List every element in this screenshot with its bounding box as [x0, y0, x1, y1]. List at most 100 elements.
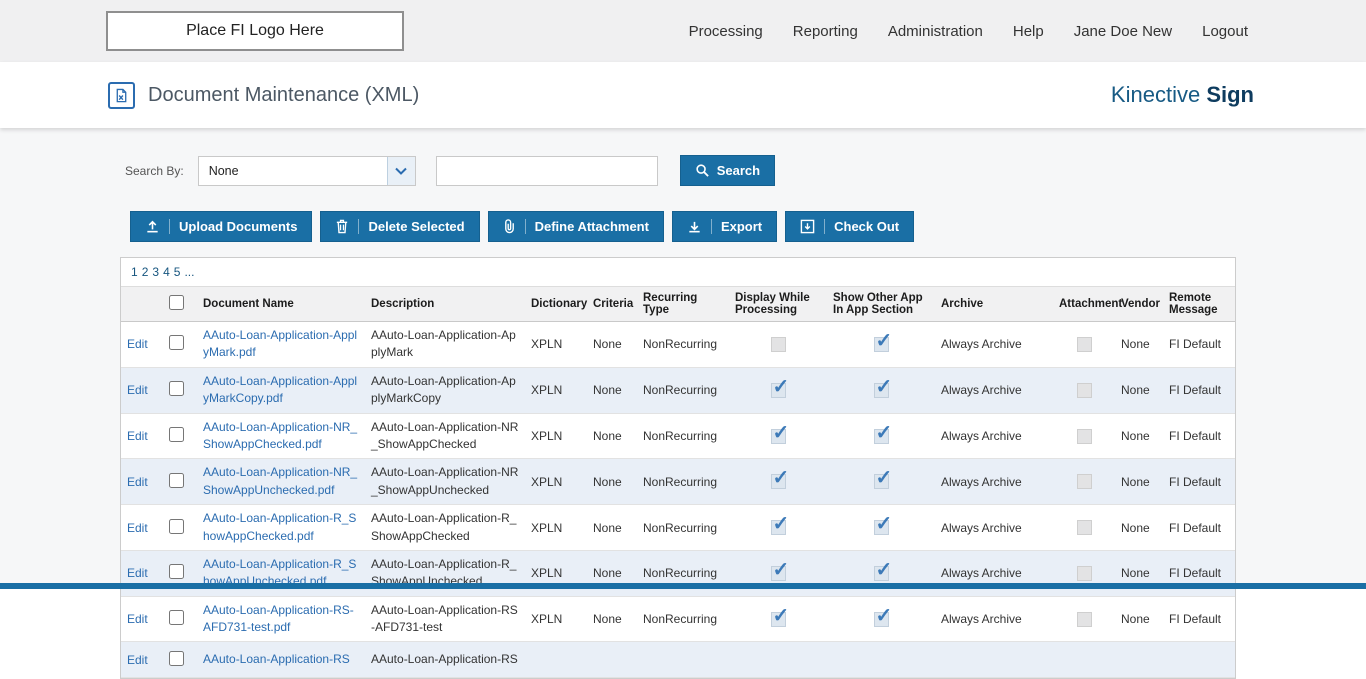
- chevron-down-icon[interactable]: [386, 156, 415, 185]
- delete-selected-button[interactable]: Delete Selected: [320, 211, 480, 242]
- export-button[interactable]: Export: [671, 211, 778, 242]
- select-all-checkbox[interactable]: [169, 295, 184, 310]
- edit-link[interactable]: Edit: [127, 475, 148, 489]
- document-name-link[interactable]: AAuto-Loan-Application-ApplyMarkCopy.pdf: [203, 373, 359, 408]
- vendor-cell: None: [1115, 458, 1163, 506]
- nav-administration[interactable]: Administration: [888, 23, 983, 40]
- archive-cell: Always Archive: [935, 550, 1053, 597]
- define-attachment-button[interactable]: Define Attachment: [487, 211, 664, 242]
- display-while-processing-checkbox[interactable]: [770, 337, 786, 353]
- document-name-link[interactable]: AAuto-Loan-Application-ApplyMark.pdf: [203, 327, 359, 362]
- display-while-processing-checkbox[interactable]: [770, 557, 789, 582]
- edit-link[interactable]: Edit: [127, 337, 148, 351]
- search-by-dropdown[interactable]: None: [197, 155, 416, 186]
- document-name-link[interactable]: AAuto-Loan-Application-R_ShowAppChecked.…: [203, 510, 359, 545]
- display-while-processing-checkbox[interactable]: [770, 465, 789, 490]
- remote-message-cell: FI Default: [1163, 596, 1235, 643]
- edit-link[interactable]: Edit: [127, 653, 148, 667]
- nav-help[interactable]: Help: [1013, 23, 1044, 40]
- nav-processing[interactable]: Processing: [689, 23, 763, 40]
- description-cell: AAuto-Loan-Application-ApplyMark: [365, 321, 525, 368]
- page-link[interactable]: 2: [142, 265, 149, 279]
- nav-reporting[interactable]: Reporting: [793, 23, 858, 40]
- upload-icon: [145, 219, 170, 234]
- fi-logo-placeholder: Place FI Logo Here: [106, 11, 404, 51]
- search-icon: [695, 163, 710, 178]
- show-other-app-checkbox[interactable]: [873, 374, 892, 399]
- attachment-checkbox[interactable]: [1076, 611, 1092, 627]
- remote-message-cell: FI Default: [1163, 504, 1235, 551]
- row-checkbox[interactable]: [169, 518, 184, 534]
- show-other-app-checkbox[interactable]: [873, 465, 892, 490]
- row-checkbox[interactable]: [169, 564, 184, 580]
- vendor-cell: [1115, 641, 1163, 679]
- vendor-cell: None: [1115, 504, 1163, 551]
- show-other-app-checkbox[interactable]: [873, 511, 892, 536]
- row-checkbox[interactable]: [169, 610, 184, 626]
- page-link[interactable]: 4: [163, 265, 170, 279]
- show-other-app-checkbox[interactable]: [873, 328, 892, 353]
- search-button[interactable]: Search: [679, 155, 776, 186]
- col-show-other-app: Show Other App In App Section: [827, 286, 935, 322]
- attachment-checkbox[interactable]: [1076, 428, 1092, 444]
- criteria-cell: None: [587, 321, 637, 368]
- dictionary-cell: XPLN: [525, 504, 587, 551]
- display-while-processing-checkbox[interactable]: [770, 420, 789, 445]
- vendor-cell: None: [1115, 550, 1163, 597]
- edit-column-header: [121, 286, 163, 322]
- page-link[interactable]: 1: [131, 265, 138, 279]
- attachment-checkbox[interactable]: [1076, 382, 1092, 398]
- display-while-processing-checkbox[interactable]: [770, 374, 789, 399]
- edit-link[interactable]: Edit: [127, 429, 148, 443]
- description-cell: AAuto-Loan-Application-NR_ShowAppUncheck…: [365, 458, 525, 506]
- attachment-checkbox[interactable]: [1076, 474, 1092, 490]
- page-link[interactable]: 3: [152, 265, 159, 279]
- table-header-row: Document Name Description Dictionary Cri…: [121, 286, 1235, 322]
- edit-link[interactable]: Edit: [127, 521, 148, 535]
- row-checkbox[interactable]: [169, 381, 184, 397]
- criteria-cell: None: [587, 458, 637, 506]
- select-all-header: [163, 286, 197, 322]
- export-label: Export: [720, 219, 763, 234]
- delete-selected-label: Delete Selected: [368, 219, 465, 234]
- archive-cell: Always Archive: [935, 458, 1053, 506]
- recurring-type-cell: NonRecurring: [637, 413, 729, 460]
- check-out-button[interactable]: Check Out: [785, 211, 915, 242]
- show-other-app-checkbox[interactable]: [873, 557, 892, 582]
- display-while-processing-checkbox[interactable]: [770, 603, 789, 628]
- pagination: 1 2 3 4 5...: [121, 258, 1235, 286]
- row-checkbox[interactable]: [169, 650, 184, 666]
- document-name-link[interactable]: AAuto-Loan-Application-RS-AFD731-test.pd…: [203, 602, 359, 637]
- table-row: Edit AAuto-Loan-Application-ApplyMarkCop…: [121, 367, 1235, 414]
- attachment-checkbox[interactable]: [1076, 337, 1092, 353]
- show-other-app-checkbox[interactable]: [873, 603, 892, 628]
- top-nav: Processing Reporting Administration Help…: [689, 23, 1248, 40]
- row-checkbox[interactable]: [169, 335, 184, 351]
- attachment-checkbox[interactable]: [1076, 520, 1092, 536]
- document-name-link[interactable]: AAuto-Loan-Application-NR_ShowAppUncheck…: [203, 464, 359, 499]
- table-body: Edit AAuto-Loan-Application-ApplyMark.pd…: [121, 321, 1235, 679]
- archive-cell: Always Archive: [935, 321, 1053, 368]
- page-link[interactable]: ...: [184, 265, 194, 279]
- search-input[interactable]: [435, 155, 658, 186]
- recurring-type-cell: NonRecurring: [637, 504, 729, 551]
- row-checkbox[interactable]: [169, 472, 184, 488]
- upload-documents-button[interactable]: Upload Documents: [130, 211, 313, 242]
- edit-link[interactable]: Edit: [127, 612, 148, 626]
- edit-link[interactable]: Edit: [127, 566, 148, 580]
- criteria-cell: None: [587, 596, 637, 643]
- dictionary-cell: [525, 641, 587, 679]
- nav-logout[interactable]: Logout: [1202, 23, 1248, 40]
- table-row: Edit AAuto-Loan-Application-ApplyMark.pd…: [121, 321, 1235, 368]
- display-while-processing-checkbox[interactable]: [770, 511, 789, 536]
- nav-user[interactable]: Jane Doe New: [1074, 23, 1172, 40]
- edit-link[interactable]: Edit: [127, 383, 148, 397]
- attachment-icon: [503, 219, 526, 234]
- document-name-link[interactable]: AAuto-Loan-Application-NR_ShowAppChecked…: [203, 419, 359, 454]
- criteria-cell: None: [587, 367, 637, 414]
- page-link[interactable]: 5: [174, 265, 181, 279]
- show-other-app-checkbox[interactable]: [873, 420, 892, 445]
- attachment-checkbox[interactable]: [1076, 565, 1092, 581]
- document-name-link[interactable]: AAuto-Loan-Application-RS: [203, 651, 359, 668]
- row-checkbox[interactable]: [169, 426, 184, 442]
